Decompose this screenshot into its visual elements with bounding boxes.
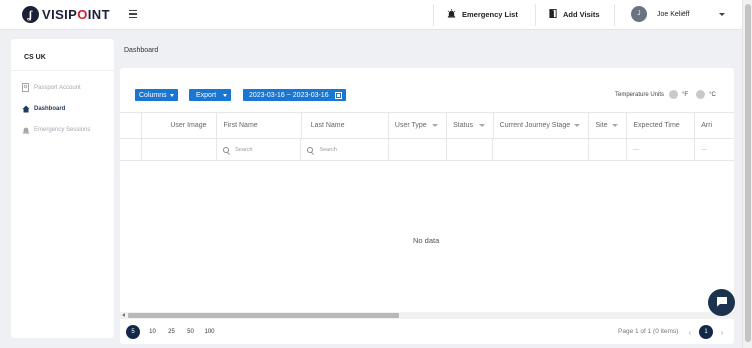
last-name-search-input[interactable]: Search bbox=[301, 139, 389, 160]
sidebar-item-label: Dashboard bbox=[34, 105, 66, 112]
top-bar: ʆ VISIPOINT Emergency List Add Visits J … bbox=[0, 0, 742, 30]
column-header-last-name[interactable]: Last Name bbox=[302, 113, 389, 138]
sidebar: CS UK Passport Account Dashboard Emergen… bbox=[11, 39, 114, 338]
no-data-message: No data bbox=[413, 236, 440, 245]
sort-icon[interactable] bbox=[432, 124, 439, 127]
chevron-down-icon bbox=[719, 12, 725, 16]
next-page-icon[interactable]: › bbox=[715, 328, 729, 337]
filter-cell-empty bbox=[120, 139, 143, 160]
page-size-10[interactable]: 10 bbox=[143, 329, 162, 335]
visipoint-logo[interactable]: ʆ VISIPOINT bbox=[22, 6, 110, 23]
avatar: J bbox=[631, 6, 647, 22]
sidebar-item-passport-account[interactable]: Passport Account bbox=[11, 77, 114, 98]
alarm-icon bbox=[21, 126, 30, 134]
dashboard-card: Columns Export 2023-03-16 ~ 2023-03-16 T… bbox=[120, 68, 734, 344]
horizontal-scrollbar[interactable] bbox=[120, 312, 734, 319]
user-name: Joe Keliëff bbox=[657, 10, 690, 18]
export-button[interactable]: Export bbox=[189, 89, 232, 101]
emergency-list-label: Emergency List bbox=[462, 10, 518, 19]
celsius-radio[interactable] bbox=[696, 90, 706, 99]
sidebar-item-label: Passport Account bbox=[34, 84, 81, 91]
column-header-status[interactable]: Status bbox=[447, 113, 494, 138]
filter-cell-status bbox=[447, 139, 494, 160]
page-size-100[interactable]: 100 bbox=[200, 329, 219, 335]
chevron-down-icon bbox=[223, 93, 228, 97]
page-size-selector: 5 10 25 50 100 bbox=[126, 325, 219, 339]
arrival-filter[interactable]: --- bbox=[695, 139, 734, 160]
sort-icon[interactable] bbox=[478, 124, 485, 127]
columns-button[interactable]: Columns bbox=[135, 89, 178, 101]
celsius-label: °C bbox=[709, 91, 716, 98]
page-info: Page 1 of 1 (0 items) bbox=[618, 328, 679, 335]
chevron-down-icon bbox=[169, 93, 174, 97]
prev-page-icon[interactable]: ‹ bbox=[683, 328, 697, 337]
emergency-list-link[interactable]: Emergency List bbox=[447, 9, 518, 20]
search-icon bbox=[307, 146, 314, 153]
expected-time-filter[interactable]: --- bbox=[627, 139, 696, 160]
search-icon bbox=[223, 146, 230, 153]
filter-row: Search Search --- --- bbox=[120, 139, 734, 161]
chat-button[interactable] bbox=[708, 289, 735, 316]
divider bbox=[433, 4, 434, 26]
scrollbar-thumb[interactable] bbox=[128, 313, 399, 318]
columns-button-label: Columns bbox=[139, 91, 167, 99]
sidebar-item-dashboard[interactable]: Dashboard bbox=[11, 98, 114, 119]
column-header-current-journey-stage[interactable]: Current Journey Stage bbox=[494, 113, 590, 138]
first-name-search-input[interactable]: Search bbox=[217, 139, 302, 160]
fahrenheit-radio[interactable] bbox=[669, 90, 679, 99]
logo-text: VISIPOINT bbox=[42, 7, 110, 22]
company-name: CS UK bbox=[11, 39, 114, 71]
column-header-first-name[interactable]: First Name bbox=[217, 113, 302, 138]
divider bbox=[535, 4, 536, 26]
breadcrumb: Dashboard bbox=[124, 47, 159, 54]
visits-table: User Image First Name Last Name User Typ… bbox=[120, 112, 734, 161]
date-range-value: 2023-03-16 ~ 2023-03-16 bbox=[249, 91, 329, 99]
vertical-scrollbar[interactable] bbox=[742, 0, 752, 348]
column-header-site[interactable]: Site bbox=[589, 113, 628, 138]
column-header-select[interactable] bbox=[120, 113, 143, 138]
add-visits-link[interactable]: Add Visits bbox=[549, 9, 600, 20]
siren-icon bbox=[447, 9, 456, 20]
column-header-user-type[interactable]: User Type bbox=[389, 113, 448, 138]
sidebar-item-emergency-sessions[interactable]: Emergency Sessions bbox=[11, 119, 114, 140]
sidebar-item-label: Emergency Sessions bbox=[34, 126, 91, 133]
filter-cell-journey-stage bbox=[493, 139, 590, 160]
fahrenheit-label: °F bbox=[682, 91, 689, 98]
filter-cell-site bbox=[589, 139, 628, 160]
divider bbox=[614, 4, 615, 26]
table-header-row: User Image First Name Last Name User Typ… bbox=[120, 112, 734, 139]
column-header-expected-time[interactable]: Expected Time bbox=[627, 113, 696, 138]
page-size-50[interactable]: 50 bbox=[181, 329, 200, 335]
scrollbar-thumb[interactable] bbox=[745, 4, 751, 342]
passport-icon bbox=[21, 83, 30, 92]
column-header-user-image[interactable]: User Image bbox=[142, 113, 218, 138]
temperature-units-label: Temperature Units bbox=[615, 91, 665, 98]
home-icon bbox=[21, 105, 30, 113]
temperature-units: Temperature Units °F °C bbox=[615, 90, 716, 99]
chat-bubble-icon bbox=[716, 294, 728, 312]
pager: ‹ 1 › bbox=[683, 325, 729, 339]
calendar-icon bbox=[334, 91, 342, 99]
sort-icon[interactable] bbox=[612, 124, 619, 127]
column-header-arrival[interactable]: Arri bbox=[695, 113, 734, 138]
add-visits-label: Add Visits bbox=[563, 10, 600, 19]
filter-cell-user-type bbox=[389, 139, 447, 160]
hamburger-menu-icon[interactable] bbox=[129, 10, 137, 18]
door-icon bbox=[549, 9, 557, 20]
filter-cell-empty bbox=[142, 139, 218, 160]
export-button-label: Export bbox=[196, 91, 217, 99]
page-number-button[interactable]: 1 bbox=[699, 325, 713, 339]
scroll-left-icon[interactable] bbox=[122, 313, 125, 317]
user-menu[interactable]: J Joe Keliëff bbox=[631, 6, 725, 22]
sort-icon[interactable] bbox=[574, 124, 581, 127]
date-range-picker[interactable]: 2023-03-16 ~ 2023-03-16 bbox=[243, 89, 346, 101]
page-size-5[interactable]: 5 bbox=[126, 325, 140, 339]
page-size-25[interactable]: 25 bbox=[162, 329, 181, 335]
logo-mark-icon: ʆ bbox=[22, 6, 39, 23]
